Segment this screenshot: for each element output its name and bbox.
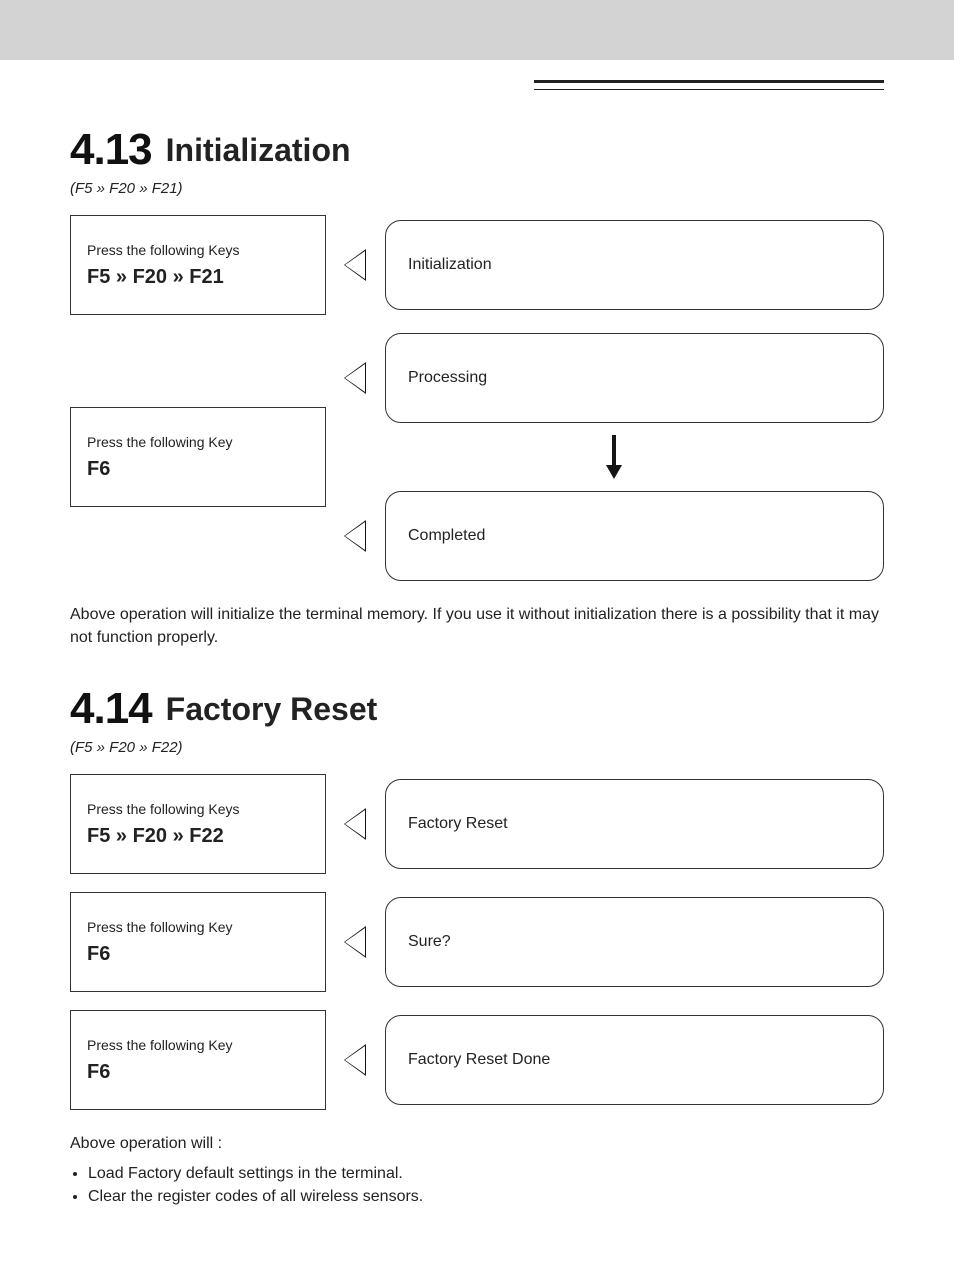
key-prompt-box: Press the following Keys F5 » F20 » F22	[70, 774, 326, 874]
display-bubble: Processing	[385, 333, 884, 423]
section-4-14: 4.14 Factory Reset (F5 » F20 » F22) Pres…	[70, 687, 884, 1208]
display-bubble: Factory Reset Done	[385, 1015, 884, 1105]
display-bubble: Completed	[385, 491, 884, 581]
page-header-bar	[0, 0, 954, 60]
display-bubble: Initialization	[385, 220, 884, 310]
bubble-text: Factory Reset Done	[408, 1051, 550, 1069]
section-name: Factory Reset	[166, 692, 378, 731]
section-number: 4.14	[70, 687, 152, 731]
bubble-text: Sure?	[408, 933, 451, 951]
key-prompt-box: Press the following Key F6	[70, 407, 326, 507]
section-subtitle: (F5 » F20 » F21)	[70, 180, 884, 197]
display-bubble: Factory Reset	[385, 779, 884, 869]
bubble-text: Completed	[408, 527, 485, 545]
key-prompt-box: Press the following Keys F5 » F20 » F21	[70, 215, 326, 315]
section-note: Above operation will : Load Factory defa…	[70, 1132, 884, 1208]
section-note: Above operation will initialize the term…	[70, 603, 884, 649]
header-rule	[534, 80, 884, 90]
list-item: Clear the register codes of all wireless…	[88, 1185, 884, 1208]
key-prompt-box: Press the following Key F6	[70, 892, 326, 992]
bubble-text: Initialization	[408, 256, 492, 274]
bubble-text: Processing	[408, 369, 487, 387]
list-item: Load Factory default settings in the ter…	[88, 1162, 884, 1185]
section-subtitle: (F5 » F20 » F22)	[70, 739, 884, 756]
display-bubble: Sure?	[385, 897, 884, 987]
section-number: 4.13	[70, 128, 152, 172]
section-4-13: 4.13 Initialization (F5 » F20 » F21) Pre…	[70, 128, 884, 649]
bubble-text: Factory Reset	[408, 815, 508, 833]
down-arrow-icon	[344, 435, 884, 479]
key-prompt-box: Press the following Key F6	[70, 1010, 326, 1110]
section-name: Initialization	[166, 133, 351, 172]
